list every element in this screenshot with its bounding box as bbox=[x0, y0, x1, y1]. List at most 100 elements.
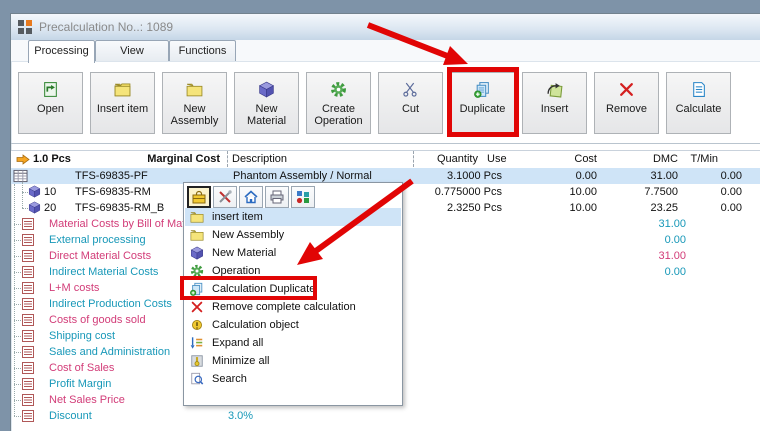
menu-item-label: New Assembly bbox=[212, 226, 284, 244]
gear-icon bbox=[330, 81, 347, 98]
header-tmin[interactable]: T/Min bbox=[658, 152, 718, 167]
menu-item-remove-complete-calculation[interactable]: Remove complete calculation bbox=[185, 298, 401, 316]
cost-line-icon bbox=[22, 378, 34, 390]
menu-item-new-material[interactable]: New Material bbox=[185, 244, 401, 262]
stats-icon-button[interactable] bbox=[291, 186, 315, 208]
toolbox-icon-button[interactable] bbox=[187, 186, 211, 208]
remove-button-label: Remove bbox=[595, 101, 658, 115]
cost-line-icon bbox=[22, 282, 34, 294]
parent-window-strip-left bbox=[0, 13, 10, 431]
row-cost: 0.00 bbox=[537, 168, 597, 184]
cost-line-icon bbox=[22, 330, 34, 342]
cube-icon bbox=[190, 246, 204, 260]
home-icon bbox=[243, 189, 259, 205]
create-operation-button-label: Create Operation bbox=[307, 101, 370, 127]
create-operation-button[interactable]: Create Operation bbox=[306, 72, 371, 134]
menu-item-new-assembly[interactable]: New Assembly bbox=[185, 226, 401, 244]
calculate-icon bbox=[690, 81, 707, 98]
header-batch[interactable]: 1.0 Pcs bbox=[33, 152, 71, 167]
parent-window-strip-top bbox=[0, 0, 760, 13]
new-assembly-button-label: New Assembly bbox=[163, 101, 226, 127]
home-icon-button[interactable] bbox=[239, 186, 263, 208]
insert-button-label: Insert bbox=[523, 101, 586, 115]
insert-item-button[interactable]: Insert item bbox=[90, 72, 155, 134]
list-item-label: External processing bbox=[49, 232, 146, 248]
menu-item-insert-item[interactable]: insert item bbox=[185, 208, 401, 226]
folder-icon bbox=[190, 210, 204, 224]
remove-icon bbox=[618, 81, 635, 98]
tab-view[interactable]: View bbox=[95, 40, 169, 61]
row-quantity: 3.1000 Pcs bbox=[412, 168, 502, 184]
toolbar-separator bbox=[11, 143, 760, 144]
discount-value: 3.0% bbox=[228, 408, 253, 424]
scissors-icon bbox=[402, 81, 419, 98]
tab-processing[interactable]: Processing bbox=[28, 40, 95, 63]
list-item-label: Shipping cost bbox=[49, 328, 115, 344]
cost-line-icon bbox=[22, 314, 34, 326]
list-item-label: Indirect Production Costs bbox=[49, 296, 172, 312]
row-id[interactable]: TFS-69835-RM_B bbox=[75, 200, 164, 216]
header-quantity[interactable]: Quantity bbox=[437, 152, 478, 167]
menu-item-search[interactable]: Search bbox=[185, 370, 401, 388]
remove-button[interactable]: Remove bbox=[594, 72, 659, 134]
tools-icon bbox=[217, 189, 233, 205]
header-marginal-cost[interactable]: Marginal Cost bbox=[120, 152, 220, 167]
annotation-box-calculation-duplicate bbox=[180, 276, 317, 300]
row-cost: 10.00 bbox=[537, 200, 597, 216]
expand-all-icon bbox=[190, 336, 204, 350]
tree-line bbox=[14, 184, 15, 416]
insert-item-button-label: Insert item bbox=[91, 101, 154, 115]
header-cost[interactable]: Cost bbox=[537, 152, 597, 167]
list-item-label: Direct Material Costs bbox=[49, 248, 151, 264]
open-button[interactable]: Open bbox=[18, 72, 83, 134]
printer-icon-button[interactable] bbox=[265, 186, 289, 208]
tab-functions-label: Functions bbox=[179, 45, 227, 57]
table-icon bbox=[13, 169, 28, 183]
header-use[interactable]: Use bbox=[487, 152, 507, 167]
row-dmc: 23.25 bbox=[618, 200, 678, 216]
header-description[interactable]: Description bbox=[232, 152, 287, 167]
calculation-object-icon bbox=[190, 318, 204, 332]
list-item-label: Costs of goods sold bbox=[49, 312, 146, 328]
calculate-button-label: Calculate bbox=[667, 101, 730, 115]
list-item-label: Discount bbox=[49, 408, 92, 424]
printer-icon bbox=[269, 189, 285, 205]
minimize-all-icon bbox=[190, 354, 204, 368]
tab-view-label: View bbox=[120, 45, 144, 57]
menu-item-expand-all[interactable]: Expand all bbox=[185, 334, 401, 352]
new-material-button[interactable]: New Material bbox=[234, 72, 299, 134]
open-icon bbox=[42, 81, 59, 98]
insert-button[interactable]: Insert bbox=[522, 72, 587, 134]
toolbox-icon bbox=[191, 189, 207, 205]
cut-button[interactable]: Cut bbox=[378, 72, 443, 134]
list-item-label: Sales and Administration bbox=[49, 344, 170, 360]
cost-line-icon bbox=[22, 234, 34, 246]
menu-item-calculation-object[interactable]: Calculation object bbox=[185, 316, 401, 334]
new-assembly-button[interactable]: New Assembly bbox=[162, 72, 227, 134]
menu-item-minimize-all[interactable]: Minimize all bbox=[185, 352, 401, 370]
list-item-dmc: 31.00 bbox=[626, 216, 686, 232]
menu-item-label: insert item bbox=[212, 208, 263, 226]
row-id[interactable]: TFS-69835-PF bbox=[75, 168, 148, 184]
header-divider bbox=[413, 151, 414, 167]
header-divider bbox=[227, 151, 228, 167]
calculate-button[interactable]: Calculate bbox=[666, 72, 731, 134]
list-item-label: L+M costs bbox=[49, 280, 99, 296]
folder-icon bbox=[190, 228, 204, 242]
folder-icon bbox=[186, 81, 203, 98]
cube-icon bbox=[28, 185, 41, 198]
cost-line-icon bbox=[22, 218, 34, 230]
new-material-button-label: New Material bbox=[235, 101, 298, 127]
list-item-label: Profit Margin bbox=[49, 376, 111, 392]
menu-item-label: Expand all bbox=[212, 334, 263, 352]
tools-icon-button[interactable] bbox=[213, 186, 237, 208]
row-dmc: 31.00 bbox=[618, 168, 678, 184]
batch-arrow-icon bbox=[16, 154, 30, 165]
tab-functions[interactable]: Functions bbox=[169, 40, 236, 61]
list-item-dmc: 31.00 bbox=[626, 248, 686, 264]
cost-line-icon bbox=[22, 266, 34, 278]
menu-item-label: Minimize all bbox=[212, 352, 269, 370]
precalculation-window: Precalculation No..: 1089 Processing Vie… bbox=[0, 0, 760, 431]
row-pos: 20 bbox=[44, 200, 56, 216]
row-id[interactable]: TFS-69835-RM bbox=[75, 184, 151, 200]
